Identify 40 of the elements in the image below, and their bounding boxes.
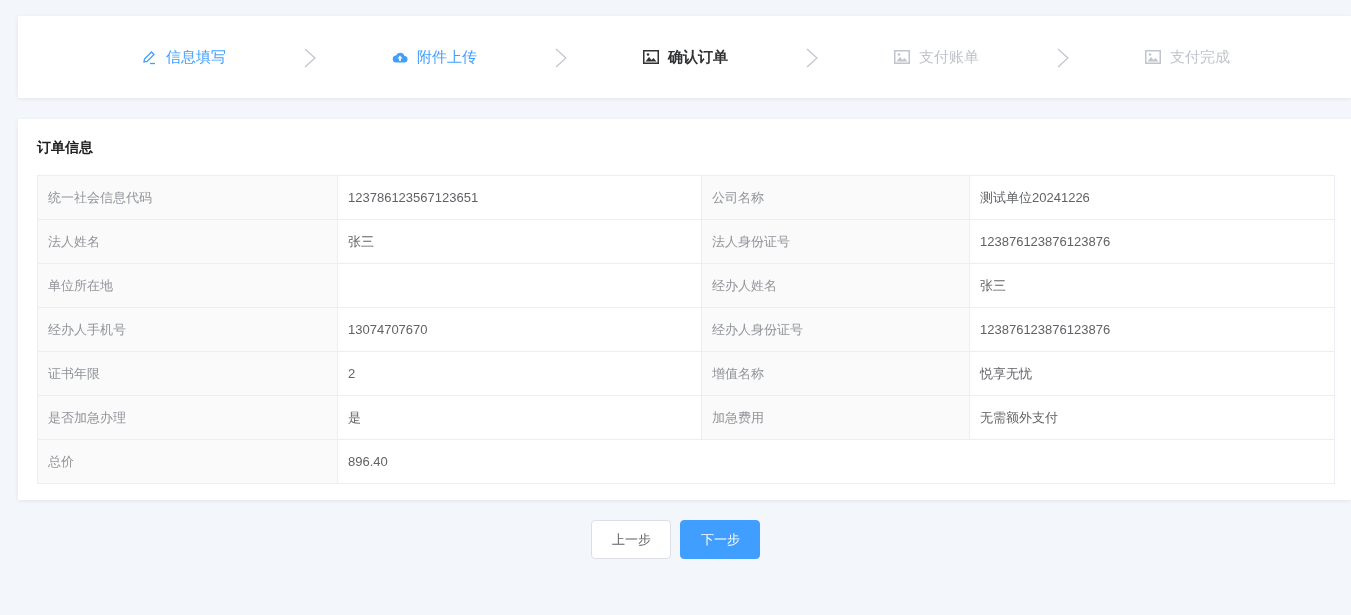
step: 信息填写: [141, 45, 226, 69]
field-label: 经办人姓名: [701, 263, 970, 308]
field-value: 是: [337, 395, 702, 440]
picture-icon: [894, 50, 910, 64]
field-label: 法人姓名: [37, 219, 338, 264]
field-label: 法人身份证号: [701, 219, 970, 264]
field-value: 测试单位20241226: [969, 175, 1335, 220]
step: 附件上传: [392, 45, 477, 69]
step: 支付完成: [1145, 45, 1230, 69]
field-value: 123786123567123651: [337, 175, 702, 220]
field-value: 123876123876123876: [969, 219, 1335, 264]
field-value: 2: [337, 351, 702, 396]
field-label: 加急费用: [701, 395, 970, 440]
field-value: 13074707670: [337, 307, 702, 352]
chevron-right-icon: [304, 48, 316, 68]
field-label: 经办人身份证号: [701, 307, 970, 352]
chevron-right-icon: [555, 48, 567, 68]
chevron-right-icon: [806, 48, 818, 68]
chevron-right-icon: [1057, 48, 1069, 68]
field-label: 是否加急办理: [37, 395, 338, 440]
step: 确认订单: [643, 45, 728, 69]
field-label: 总价: [37, 439, 338, 484]
section-title: 订单信息: [37, 138, 93, 157]
picture-icon: [1145, 50, 1161, 64]
field-value: 张三: [337, 219, 702, 264]
picture-icon: [643, 50, 659, 64]
field-label: 统一社会信息代码: [37, 175, 338, 220]
pencil-icon: [141, 49, 157, 65]
step: 支付账单: [894, 45, 979, 69]
back-button[interactable]: 上一步: [591, 520, 671, 559]
field-value: 张三: [969, 263, 1335, 308]
field-label: 公司名称: [701, 175, 970, 220]
field-value: 悦享无忧: [969, 351, 1335, 396]
field-value: 无需额外支付: [969, 395, 1335, 440]
field-label: 增值名称: [701, 351, 970, 396]
field-label: 单位所在地: [37, 263, 338, 308]
field-value: 123876123876123876: [969, 307, 1335, 352]
field-label: 证书年限: [37, 351, 338, 396]
field-value: 896.40: [337, 439, 1335, 484]
field-label: 经办人手机号: [37, 307, 338, 352]
